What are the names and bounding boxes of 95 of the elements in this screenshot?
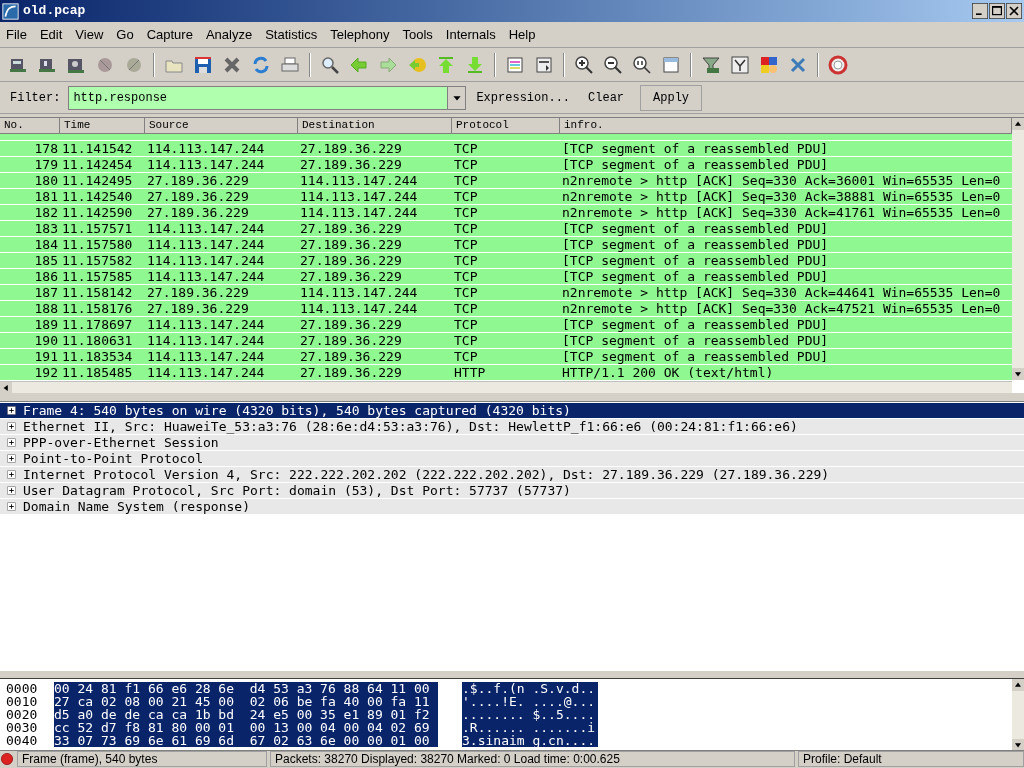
packet-row[interactable]: 184 11.157580 114.113.147.244 27.189.36.229 TCP [TCP segment of a reassembled PDU] xyxy=(0,237,1012,253)
menu-item[interactable]: Statistics xyxy=(265,24,318,45)
column-header[interactable]: No. xyxy=(0,118,60,134)
column-header[interactable]: Destination xyxy=(298,118,452,134)
tree-item[interactable]: Domain Name System (response) xyxy=(0,499,1024,515)
vertical-scrollbar[interactable] xyxy=(1012,118,1024,380)
scroll-up-icon[interactable] xyxy=(1012,118,1024,130)
offset-label: 0040 xyxy=(6,734,39,747)
packet-row[interactable]: 185 11.157582 114.113.147.244 27.189.36.229 TCP [TCP segment of a reassembled PDU] xyxy=(0,253,1012,269)
packet-row[interactable]: 183 11.157571 114.113.147.244 27.189.36.229 TCP [TCP segment of a reassembled PDU] xyxy=(0,221,1012,237)
menu-item[interactable]: Capture xyxy=(146,24,193,45)
packet-row[interactable]: 190 11.180631 114.113.147.244 27.189.36.229 TCP [TCP segment of a reassembled PDU] xyxy=(0,333,1012,349)
reload-icon[interactable] xyxy=(251,54,271,75)
close-icon[interactable] xyxy=(1006,3,1022,19)
status-text: Profile: Default xyxy=(798,751,1024,767)
resize-columns-icon[interactable] xyxy=(661,54,681,75)
ascii-text: .$..f.(n .S.v.d.. xyxy=(462,682,598,695)
column-header[interactable]: Protocol xyxy=(452,118,560,134)
packet-row[interactable]: 188 11.158176 27.189.36.229 114.113.147.244 TCP n2nremote > http [ACK] Seq=330 Ack=47521 Win=65535 Len=0 xyxy=(0,301,1012,317)
status-text: Packets: 38270 Displayed: 38270 Marked: 0 Load time: 0:00.625 xyxy=(270,751,795,767)
menu-item[interactable]: View xyxy=(75,24,104,45)
packet-row[interactable]: 189 11.178697 114.113.147.244 27.189.36.229 TCP [TCP segment of a reassembled PDU] xyxy=(0,317,1012,333)
hex-bytes: d5 a0 de de ca ca 1b bd 24 e5 00 35 e1 89 01 f2 xyxy=(54,708,438,721)
packet-row[interactable]: 182 11.142590 27.189.36.229 114.113.147.244 TCP n2nremote > http [ACK] Seq=330 Ack=41761 Win=65535 Len=0 xyxy=(0,205,1012,221)
filter-field[interactable]: http.response xyxy=(68,85,467,110)
tree-item[interactable]: Internet Protocol Version 4, Src: 222.222.202.202 (222.222.202.202), Dst: 27.189.36.229 (27.189.36.229) xyxy=(0,467,1024,483)
status-text: Frame (frame), 540 bytes xyxy=(17,751,267,767)
coloring-rules-icon[interactable] xyxy=(759,54,779,75)
ascii-text: '....!E. ....@... xyxy=(462,695,598,708)
column-header[interactable]: infro. xyxy=(560,118,1012,134)
packet-row[interactable]: 181 11.142540 27.189.36.229 114.113.147.244 TCP n2nremote > http [ACK] Seq=330 Ack=38881 Win=65535 Len=0 xyxy=(0,189,1012,205)
expand-icon[interactable] xyxy=(7,486,16,495)
filter-label: Filter: xyxy=(10,89,61,107)
packet-row[interactable]: 180 11.142495 27.189.36.229 114.113.147.244 TCP n2nremote > http [ACK] Seq=330 Ack=36001 Win=65535 Len=0 xyxy=(0,173,1012,189)
scroll-down-icon[interactable] xyxy=(1012,368,1024,380)
expand-icon[interactable] xyxy=(7,502,16,511)
offset-label: 0030 xyxy=(6,721,39,734)
horizontal-scrollbar[interactable] xyxy=(0,381,1012,393)
ascii-text: .R...... .......i xyxy=(462,721,598,734)
maximize-icon[interactable] xyxy=(989,3,1005,19)
hex-bytes: 27 ca 02 08 00 21 45 00 02 06 be fa 40 00 fa 11 xyxy=(54,695,438,708)
column-header[interactable]: Time xyxy=(60,118,145,134)
zoom-in-icon[interactable] xyxy=(574,54,594,75)
tree-item[interactable]: User Datagram Protocol, Src Port: domain (53), Dst Port: 57737 (57737) xyxy=(0,483,1024,499)
expand-icon[interactable] xyxy=(7,438,16,447)
expand-icon[interactable] xyxy=(7,454,16,463)
zoom-reset-icon[interactable] xyxy=(632,54,652,75)
autoscroll-icon[interactable] xyxy=(534,54,554,75)
packet-row[interactable]: 179 11.142454 114.113.147.244 27.189.36.229 TCP [TCP segment of a reassembled PDU] xyxy=(0,157,1012,173)
clear-button[interactable]: Clear xyxy=(580,88,633,107)
expression-button[interactable]: Expression... xyxy=(474,88,573,107)
capture-filter-icon[interactable] xyxy=(701,54,721,75)
packet-row[interactable]: 187 11.158142 27.189.36.229 114.113.147.244 TCP n2nremote > http [ACK] Seq=330 Ack=44641 Win=65535 Len=0 xyxy=(0,285,1012,301)
menu-item[interactable]: Help xyxy=(508,24,536,45)
menu-item[interactable]: Tools xyxy=(402,24,433,45)
zoom-out-icon[interactable] xyxy=(603,54,623,75)
tree-item[interactable]: Frame 4: 540 bytes on wire (4320 bits), 540 bytes captured (4320 bits) xyxy=(0,403,1024,419)
expand-icon[interactable] xyxy=(7,470,16,479)
hex-bytes: 33 07 73 69 6e 61 69 6d 67 02 63 6e 00 00 01 00 xyxy=(54,734,438,747)
tree-item[interactable]: PPP-over-Ethernet Session xyxy=(0,435,1024,451)
menu-item[interactable]: Go xyxy=(116,24,134,45)
vertical-scrollbar[interactable] xyxy=(1012,679,1024,750)
menu-item[interactable]: Analyze xyxy=(205,24,253,45)
menu-item[interactable]: Internals xyxy=(445,24,496,45)
packet-row[interactable]: 186 11.157585 114.113.147.244 27.189.36.229 TCP [TCP segment of a reassembled PDU] xyxy=(0,269,1012,285)
expand-icon[interactable] xyxy=(7,422,16,431)
tree-item[interactable]: Point-to-Point Protocol xyxy=(0,451,1024,467)
ascii-text: ........ $..5.... xyxy=(462,708,598,721)
print-icon[interactable] xyxy=(280,54,300,75)
minimize-icon[interactable] xyxy=(972,3,988,19)
scroll-down-icon[interactable] xyxy=(1012,739,1024,750)
hex-bytes: cc 52 d7 f8 81 80 00 01 00 13 00 04 00 04 02 69 xyxy=(54,721,438,734)
expand-icon[interactable] xyxy=(7,406,16,415)
packet-row[interactable]: 178 11.141542 114.113.147.244 27.189.36.229 TCP [TCP segment of a reassembled PDU] xyxy=(0,141,1012,157)
display-filter-icon[interactable] xyxy=(730,54,750,75)
save-icon[interactable] xyxy=(193,54,213,75)
packet-row[interactable]: 192 11.185485 114.113.147.244 27.189.36.229 HTTP HTTP/1.1 200 OK (text/html) xyxy=(0,365,1012,381)
scroll-left-icon[interactable] xyxy=(0,382,12,393)
help-icon[interactable] xyxy=(828,54,848,75)
search-icon[interactable] xyxy=(320,54,340,75)
window-title: old.pcap xyxy=(23,2,86,21)
hex-bytes: 00 24 81 f1 66 e6 28 6e d4 53 a3 76 88 64 11 00 xyxy=(54,682,438,695)
menu-item[interactable]: File xyxy=(6,24,27,45)
offset-label: 0000 xyxy=(6,682,39,695)
scroll-up-icon[interactable] xyxy=(1012,679,1024,691)
offset-label: 0010 xyxy=(6,695,39,708)
colorize-icon[interactable] xyxy=(505,54,525,75)
menu-item[interactable]: Telephony xyxy=(330,24,390,45)
apply-button[interactable]: Apply xyxy=(640,84,703,111)
status-icon xyxy=(0,752,14,766)
menu-item[interactable]: Edit xyxy=(39,24,63,45)
column-header[interactable]: Source xyxy=(145,118,298,134)
tree-item[interactable]: Ethernet II, Src: HuaweiTe_53:a3:76 (28:6e:d4:53:a3:76), Dst: HewlettP_f1:66:e6 (00:24:81:f1:66:e6) xyxy=(0,419,1024,435)
offset-label: 0020 xyxy=(6,708,39,721)
packet-row[interactable]: 191 11.183534 114.113.147.244 27.189.36.229 TCP [TCP segment of a reassembled PDU] xyxy=(0,349,1012,365)
